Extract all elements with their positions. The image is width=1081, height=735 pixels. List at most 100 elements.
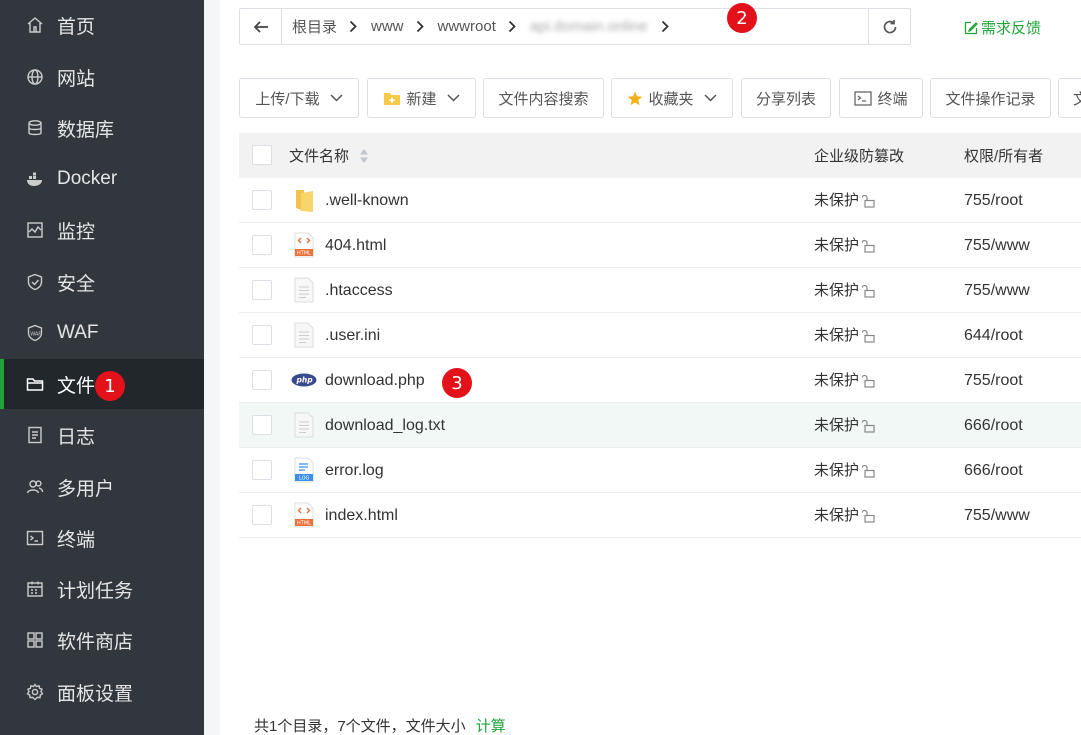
protect-status[interactable]: 未保护 xyxy=(814,268,876,313)
file-name[interactable]: download.php xyxy=(325,358,425,403)
table-row[interactable]: .user.ini 未保护 644/root xyxy=(239,313,1081,358)
terminal-icon xyxy=(854,90,873,106)
table-row[interactable]: php download.php 未保护 755/root xyxy=(239,358,1081,403)
column-header-perm: 权限/所有者 xyxy=(964,148,1044,165)
table-header: 文件名称 企业级防篡改 权限/所有者 xyxy=(239,133,1081,178)
select-all-checkbox[interactable] xyxy=(252,145,272,165)
file-name[interactable]: .htaccess xyxy=(325,268,393,313)
new-button[interactable]: 新建 xyxy=(367,78,476,118)
file-name[interactable]: download_log.txt xyxy=(325,403,445,448)
log-file-icon: LOG xyxy=(294,457,314,483)
sidebar-item-label: 多用户 xyxy=(57,478,115,500)
row-checkbox[interactable] xyxy=(252,280,272,300)
unlock-icon xyxy=(862,509,875,523)
sidebar-item-label: Docker xyxy=(57,168,118,189)
unlock-icon xyxy=(862,239,875,253)
sidebar-item-users[interactable]: 多用户 xyxy=(0,462,204,512)
unlock-icon xyxy=(862,374,875,388)
breadcrumb-www[interactable]: www xyxy=(371,18,404,35)
permission[interactable]: 755/www xyxy=(964,493,1030,538)
permission[interactable]: 644/root xyxy=(964,313,1023,358)
terminal-button[interactable]: 终端 xyxy=(839,78,923,118)
php-file-icon: php xyxy=(291,373,317,387)
sidebar-item-store[interactable]: 软件商店 xyxy=(0,615,204,665)
permission[interactable]: 755/root xyxy=(964,358,1023,403)
table-row[interactable]: HTML 404.html 未保护 755/www xyxy=(239,223,1081,268)
sidebar-item-home[interactable]: 首页 xyxy=(0,0,204,50)
table-row[interactable]: LOG error.log 未保护 666/root xyxy=(239,448,1081,493)
file-name[interactable]: .well-known xyxy=(325,178,409,223)
protect-status[interactable]: 未保护 xyxy=(814,313,876,358)
sidebar-item-database[interactable]: 数据库 xyxy=(0,103,204,153)
sidebar-item-label: 监控 xyxy=(57,221,96,243)
breadcrumb-wwwroot[interactable]: wwwroot xyxy=(438,18,496,35)
row-checkbox[interactable] xyxy=(252,415,272,435)
permission[interactable]: 666/root xyxy=(964,403,1023,448)
row-checkbox[interactable] xyxy=(252,460,272,480)
protect-status[interactable]: 未保护 xyxy=(814,448,876,493)
protect-status[interactable]: 未保护 xyxy=(814,493,876,538)
file-name[interactable]: 404.html xyxy=(325,223,386,268)
refresh-button[interactable] xyxy=(868,9,910,44)
row-checkbox[interactable] xyxy=(252,235,272,255)
waf-icon: WAF xyxy=(26,324,44,342)
sidebar-item-security[interactable]: 安全 xyxy=(0,257,204,307)
sidebar-item-settings[interactable]: 面板设置 xyxy=(0,667,204,717)
table-row[interactable]: .well-known 未保护 755/root xyxy=(239,178,1081,223)
row-checkbox[interactable] xyxy=(252,190,272,210)
file-table: 文件名称 企业级防篡改 权限/所有者 .well-known 未保护 755/r… xyxy=(239,133,1081,538)
annotation-badge-3: 3 xyxy=(442,368,472,398)
row-checkbox[interactable] xyxy=(252,505,272,525)
file-name[interactable]: error.log xyxy=(325,448,384,493)
row-checkbox[interactable] xyxy=(252,370,272,390)
calculate-link[interactable]: 计算 xyxy=(476,718,506,735)
protect-status[interactable]: 未保护 xyxy=(814,178,876,223)
row-checkbox[interactable] xyxy=(252,325,272,345)
sidebar-item-monitor[interactable]: 监控 xyxy=(0,205,204,255)
sidebar-item-docker[interactable]: Docker xyxy=(0,154,204,204)
toolbar-overflow-button[interactable]: 文 xyxy=(1058,78,1081,118)
permission[interactable]: 666/root xyxy=(964,448,1023,493)
unlock-icon xyxy=(862,329,875,343)
folder-icon xyxy=(296,190,313,212)
table-row[interactable]: HTML index.html 未保护 755/www xyxy=(239,493,1081,538)
permission[interactable]: 755/root xyxy=(964,178,1023,223)
unlock-icon xyxy=(862,419,875,433)
protect-status[interactable]: 未保护 xyxy=(814,223,876,268)
breadcrumb-current-blurred[interactable]: api.domain.online xyxy=(530,18,648,35)
home-icon xyxy=(26,16,44,34)
favorites-button[interactable]: 收藏夹 xyxy=(611,78,733,118)
sidebar-item-logs[interactable]: 日志 xyxy=(0,410,204,460)
file-name[interactable]: .user.ini xyxy=(325,313,380,358)
sidebar-item-cron[interactable]: 计划任务 xyxy=(0,564,204,614)
file-name[interactable]: index.html xyxy=(325,493,398,538)
column-header-protect: 企业级防篡改 xyxy=(814,148,905,165)
breadcrumb-root[interactable]: 根目录 xyxy=(292,16,337,37)
text-file-icon xyxy=(294,322,314,348)
sidebar-item-label: 数据库 xyxy=(57,119,115,141)
apps-icon xyxy=(26,631,44,649)
table-row[interactable]: .htaccess 未保护 755/www xyxy=(239,268,1081,313)
sidebar-item-label: 软件商店 xyxy=(57,631,134,653)
upload-download-button[interactable]: 上传/下载 xyxy=(239,78,359,118)
operation-log-button[interactable]: 文件操作记录 xyxy=(930,78,1051,118)
sidebar-item-waf[interactable]: WAF WAF xyxy=(0,308,204,358)
column-header-name[interactable]: 文件名称 xyxy=(289,145,369,166)
table-row[interactable]: download_log.txt 未保护 666/root xyxy=(239,403,1081,448)
feedback-link[interactable]: 需求反馈 xyxy=(964,17,1041,38)
protect-status[interactable]: 未保护 xyxy=(814,358,876,403)
permission[interactable]: 755/www xyxy=(964,268,1030,313)
content-search-button[interactable]: 文件内容搜索 xyxy=(483,78,604,118)
protect-status[interactable]: 未保护 xyxy=(814,403,876,448)
back-button[interactable] xyxy=(240,9,282,44)
database-icon xyxy=(26,119,44,137)
svg-text:HTML: HTML xyxy=(297,521,311,527)
unlock-icon xyxy=(862,464,875,478)
sidebar-item-label: WAF xyxy=(57,322,99,343)
permission[interactable]: 755/www xyxy=(964,223,1030,268)
calendar-icon xyxy=(26,580,44,598)
sidebar-item-terminal[interactable]: 终端 xyxy=(0,513,204,563)
share-list-button[interactable]: 分享列表 xyxy=(741,78,831,118)
html-file-icon: HTML xyxy=(294,502,314,528)
sidebar-item-website[interactable]: 网站 xyxy=(0,52,204,102)
